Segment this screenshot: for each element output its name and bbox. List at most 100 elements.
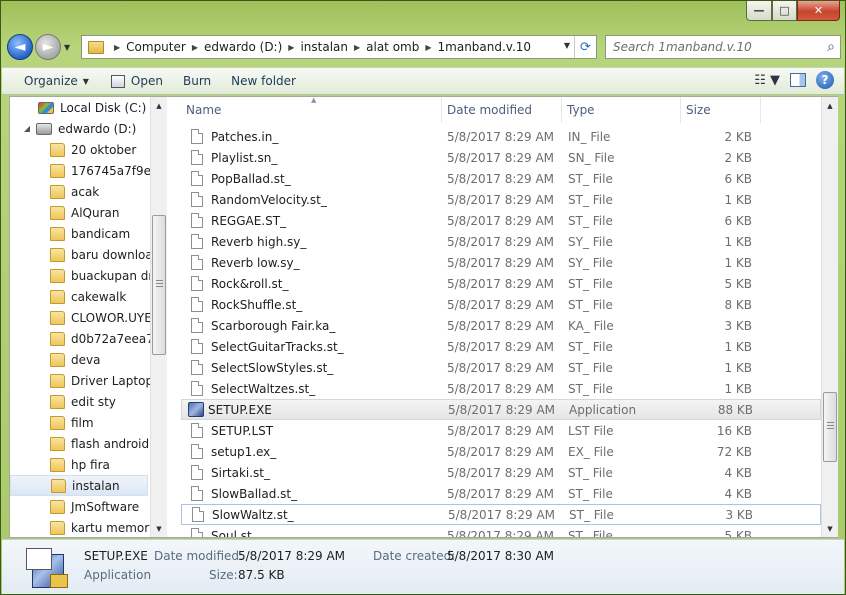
navigation-bar: ◄ ► ▼ ▶ Computer ▶ edwardo (D:) ▶ instal… (7, 31, 841, 63)
file-row[interactable]: Playlist.sn_ 5/8/2017 8:29 AM SN_ File 2 KB (181, 147, 821, 168)
search-box[interactable]: ⌕ (605, 35, 841, 59)
column-size[interactable]: Size (681, 97, 761, 123)
file-row[interactable]: Reverb low.sy_ 5/8/2017 8:29 AM SY_ File 1 … (181, 252, 821, 273)
breadcrumb-drive[interactable]: edwardo (D:) (204, 40, 282, 54)
scroll-down-icon[interactable]: ▼ (822, 520, 838, 537)
scroll-thumb[interactable] (152, 215, 166, 355)
file-row[interactable]: RandomVelocity.st_ 5/8/2017 8:29 AM ST_ Fi… (181, 189, 821, 210)
sidebar-item-label: hp fira (71, 457, 110, 472)
recent-pages-dropdown[interactable]: ▼ (64, 43, 74, 52)
back-button[interactable]: ◄ (7, 34, 33, 60)
details-modified-value: 5/8/2017 8:29 AM (238, 549, 346, 563)
sidebar-item[interactable]: hp fira (10, 454, 150, 475)
sidebar-item[interactable]: baru download (10, 244, 150, 265)
change-view-icon[interactable]: ☷ ▼ (754, 73, 780, 88)
sidebar-item[interactable]: instalan (10, 475, 148, 496)
chevron-right-icon[interactable]: ▶ (288, 43, 294, 52)
address-history-dropdown[interactable]: ▼ (564, 41, 570, 50)
file-list-scrollbar[interactable]: ▲ ▼ (821, 97, 838, 537)
help-icon[interactable]: ? (816, 71, 834, 89)
sidebar-item[interactable]: bandicam (10, 223, 150, 244)
column-name[interactable]: ▲ Name (181, 97, 442, 123)
sidebar-item[interactable]: CLOWOR.UYE (10, 307, 150, 328)
file-row[interactable]: SelectSlowStyles.st_ 5/8/2017 8:29 AM ST_ … (181, 357, 821, 378)
file-row[interactable]: setup1.ex_ 5/8/2017 8:29 AM EX_ File 72 KB (181, 441, 821, 462)
refresh-icon[interactable]: ⟳ (574, 36, 596, 58)
file-row[interactable]: SelectWaltzes.st_ 5/8/2017 8:29 AM ST_ Fil… (181, 378, 821, 399)
sidebar-item[interactable]: Local Disk (C:) (10, 97, 150, 118)
file-icon (191, 423, 203, 438)
file-row[interactable]: Sirtaki.st_ 5/8/2017 8:29 AM ST_ File 4 KB (181, 462, 821, 483)
sidebar-item[interactable]: buackupan driv (10, 265, 150, 286)
sidebar-item[interactable]: acak (10, 181, 150, 202)
file-row[interactable]: SlowBallad.st_ 5/8/2017 8:29 AM ST_ File 4 … (181, 483, 821, 504)
burn-button[interactable]: Burn (175, 70, 219, 92)
file-row[interactable]: REGGAE.ST_ 5/8/2017 8:29 AM ST_ File 6 KB (181, 210, 821, 231)
column-type[interactable]: Type (562, 97, 681, 123)
scroll-up-icon[interactable]: ▲ (151, 97, 167, 114)
chevron-right-icon[interactable]: ▶ (192, 43, 198, 52)
forward-button[interactable]: ► (35, 34, 61, 60)
new-folder-button[interactable]: New folder (223, 70, 304, 92)
open-button[interactable]: Open (103, 70, 171, 92)
sidebar-item-label: CLOWOR.UYE (71, 310, 150, 325)
scroll-thumb[interactable] (823, 392, 837, 462)
file-row[interactable]: Soul.st_ 5/8/2017 8:29 AM ST_ File 5 KB (181, 525, 821, 537)
file-row[interactable]: SlowWaltz.st_ 5/8/2017 8:29 AM ST_ File 3 K… (181, 504, 821, 525)
file-row[interactable]: RockShuffle.st_ 5/8/2017 8:29 AM ST_ File 8… (181, 294, 821, 315)
file-row[interactable]: SETUP.EXE 5/8/2017 8:29 AM Application 88 K… (181, 399, 821, 420)
sidebar-item[interactable]: deva (10, 349, 150, 370)
expand-arrow-icon[interactable]: ◢ (22, 124, 32, 133)
sidebar-item[interactable]: flash android (10, 433, 150, 454)
sidebar-item[interactable]: ◢ edwardo (D:) (10, 118, 150, 139)
file-row[interactable]: Scarborough Fair.ka_ 5/8/2017 8:29 AM KA_ … (181, 315, 821, 336)
folder-icon (50, 247, 65, 262)
column-date[interactable]: Date modified (442, 97, 562, 123)
chevron-right-icon[interactable]: ▶ (114, 43, 120, 52)
application-icon (188, 402, 204, 417)
sidebar-item[interactable]: edit sty (10, 391, 150, 412)
file-row[interactable]: SETUP.LST 5/8/2017 8:29 AM LST File 16 KB (181, 420, 821, 441)
close-button[interactable]: ✕ (797, 1, 840, 21)
sidebar-item[interactable]: JmSoftware (10, 496, 150, 517)
breadcrumb-alat-omb[interactable]: alat omb (366, 40, 419, 54)
breadcrumb-instalan[interactable]: instalan (300, 40, 348, 54)
scroll-up-icon[interactable]: ▲ (822, 97, 838, 114)
chevron-right-icon[interactable]: ▶ (425, 43, 431, 52)
scroll-down-icon[interactable]: ▼ (151, 520, 167, 537)
file-row[interactable]: Patches.in_ 5/8/2017 8:29 AM IN_ File 2 KB (181, 126, 821, 147)
file-row[interactable]: PopBallad.st_ 5/8/2017 8:29 AM ST_ File 6 K… (181, 168, 821, 189)
minimize-button[interactable]: — (746, 1, 772, 21)
folder-icon (50, 520, 65, 535)
sidebar-item[interactable]: cakewalk (10, 286, 150, 307)
file-type: ST_ File (568, 486, 613, 501)
file-type: ST_ File (568, 528, 613, 538)
file-list: ▲ Name Date modified Type Size Patches.i… (181, 97, 821, 537)
sidebar-item-label: kartu memory (71, 520, 150, 535)
file-name: SETUP.LST (211, 423, 274, 438)
chevron-right-icon[interactable]: ▶ (354, 43, 360, 52)
organize-button[interactable]: Organize ▼ (16, 70, 97, 92)
sidebar-item[interactable]: d0b72a7eea7f8. (10, 328, 150, 349)
sidebar-item[interactable]: kartu memory (10, 517, 150, 537)
maximize-button[interactable]: □ (772, 1, 797, 21)
sidebar-item[interactable]: 20 oktober (10, 139, 150, 160)
file-row[interactable]: SelectGuitarTracks.st_ 5/8/2017 8:29 AM ST… (181, 336, 821, 357)
file-row[interactable]: Reverb high.sy_ 5/8/2017 8:29 AM SY_ File 1… (181, 231, 821, 252)
file-date: 5/8/2017 8:29 AM (447, 150, 555, 165)
sidebar-item[interactable]: film (10, 412, 150, 433)
system-drive-icon (38, 101, 54, 114)
nav-pane-scrollbar[interactable]: ▲ ▼ (150, 97, 167, 537)
file-row[interactable]: Rock&roll.st_ 5/8/2017 8:29 AM ST_ File 5 K… (181, 273, 821, 294)
search-input[interactable] (613, 40, 813, 54)
file-type: IN_ File (568, 129, 611, 144)
file-name-cell: Playlist.sn_ (181, 150, 442, 165)
sidebar-item[interactable]: 176745a7f9e07f (10, 160, 150, 181)
sidebar-item[interactable]: AlQuran (10, 202, 150, 223)
search-icon[interactable]: ⌕ (827, 39, 835, 55)
breadcrumb-current[interactable]: 1manband.v.10 (438, 40, 532, 54)
breadcrumb-computer[interactable]: Computer (126, 40, 186, 54)
address-bar[interactable]: ▶ Computer ▶ edwardo (D:) ▶ instalan ▶ a… (81, 35, 597, 59)
preview-pane-icon[interactable] (790, 73, 806, 87)
sidebar-item[interactable]: Driver Laptop (10, 370, 150, 391)
